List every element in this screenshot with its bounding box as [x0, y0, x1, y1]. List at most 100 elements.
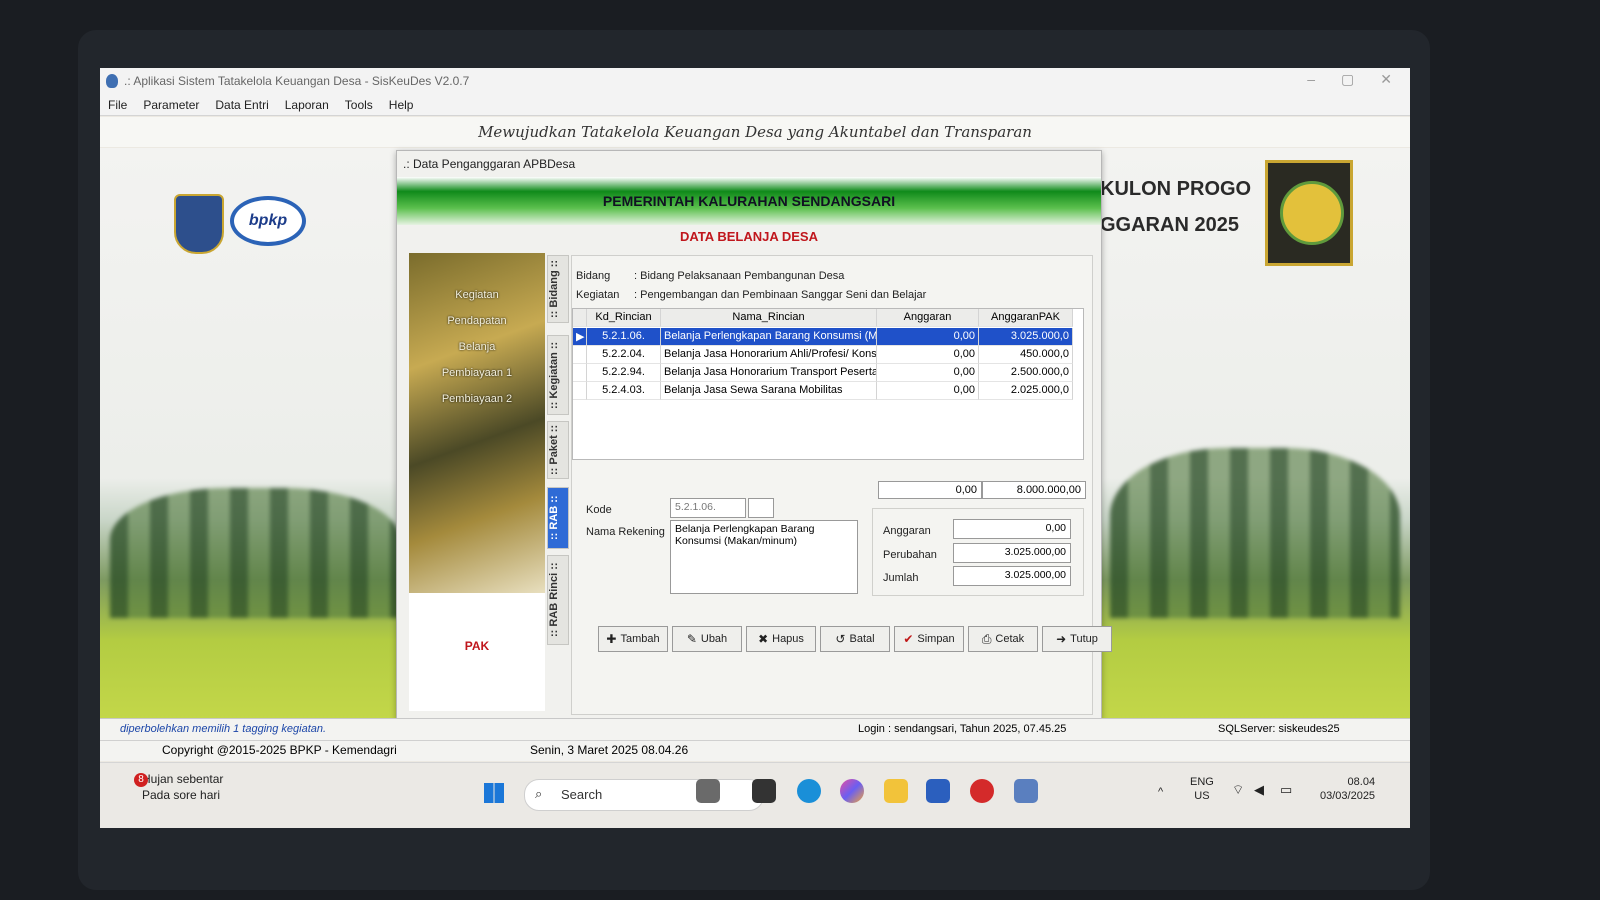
check-icon: ✔ — [903, 632, 914, 646]
window-title: .: Aplikasi Sistem Tatakelola Keuangan D… — [124, 74, 470, 88]
app-icon — [106, 74, 118, 88]
weather-widget[interactable]: 8 Hujan sebentar Pada sore hari — [134, 771, 223, 803]
nama-rekening-label: Nama Rekening — [586, 526, 665, 538]
table-row[interactable]: 5.2.4.03. Belanja Jasa Sewa Sarana Mobil… — [573, 382, 1073, 400]
dialog-subheader: DATA BELANJA DESA — [680, 229, 818, 244]
file-explorer-icon[interactable] — [884, 779, 908, 803]
tutup-button[interactable]: ➜ Tutup — [1042, 626, 1112, 652]
vertical-tabs: :: Bidang :: :: Kegiatan :: :: Paket :: … — [547, 255, 569, 651]
volume-icon[interactable]: ◀ — [1254, 783, 1264, 797]
battery-icon[interactable]: ▭ — [1280, 783, 1292, 797]
jumlah-label: Jumlah — [883, 572, 919, 584]
kegiatan-value: : Pengembangan dan Pembinaan Sanggar Sen… — [634, 289, 927, 301]
tray-chevron-icon[interactable]: ^ — [1158, 785, 1163, 799]
left-menu-pembiayaan-2[interactable]: Pembiayaan 2 — [409, 393, 545, 419]
exit-icon: ➜ — [1056, 632, 1067, 646]
weather-subtitle: Pada sore hari — [142, 788, 221, 802]
clock[interactable]: 08.04 03/03/2025 — [1320, 775, 1375, 803]
status-sqlserver: SQLServer: siskeudes25 — [1218, 723, 1340, 735]
kode-field[interactable]: 5.2.1.06. — [670, 498, 746, 518]
menu-bar: File Parameter Data Entri Laporan Tools … — [100, 94, 1410, 116]
bidang-info: Bidang: Bidang Pelaksanaan Pembangunan D… — [576, 270, 844, 282]
kegiatan-info: Kegiatan : Pengembangan dan Pembinaan San… — [576, 289, 926, 301]
year-title: GGARAN 2025 — [1100, 214, 1239, 236]
rab-content: Bidang: Bidang Pelaksanaan Pembangunan D… — [571, 255, 1112, 715]
dialog-header: PEMERINTAH KALURAHAN SENDANGSARI — [397, 177, 1101, 225]
region-title: KULON PROGO — [1100, 178, 1252, 200]
tab-rab[interactable]: :: RAB :: — [547, 487, 569, 549]
left-menu-pendapatan[interactable]: Pendapatan — [409, 315, 545, 341]
kegiatan-label: Kegiatan — [576, 289, 620, 301]
simpan-button[interactable]: ✔ Simpan — [894, 626, 964, 652]
col-nama-rincian[interactable]: Nama_Rincian — [661, 309, 877, 327]
delete-icon: ✖ — [758, 632, 769, 646]
col-anggaran-pak[interactable]: AnggaranPAK — [979, 309, 1073, 327]
penganggaran-dialog: .: Data Penganggaran APBDesa PEMERINTAH … — [396, 150, 1112, 720]
anggaran-field[interactable]: 0,00 — [953, 519, 1071, 539]
ubah-button[interactable]: ✎ Ubah — [672, 626, 742, 652]
wifi-icon[interactable]: ⌔ — [1232, 783, 1244, 797]
total-anggaran-pak: 8.000.000,00 — [982, 481, 1086, 499]
perubahan-field[interactable]: 3.025.000,00 — [953, 543, 1071, 563]
pak-label: PAK — [464, 639, 490, 653]
rincian-grid[interactable]: Kd_Rincian Nama_Rincian Anggaran Anggara… — [572, 308, 1084, 460]
left-menu-kegiatan[interactable]: Kegiatan — [409, 289, 545, 315]
nama-rekening-field[interactable]: Belanja Perlengkapan Barang Konsumsi (Ma… — [670, 520, 858, 594]
maximize-button[interactable]: ▢ — [1341, 71, 1354, 88]
button-row: ✚ Tambah ✎ Ubah ✖ Hapus ↺ Batal ✔ Simpan ⎙ Cet… — [598, 626, 1112, 652]
weather-badge: 8 — [134, 773, 148, 787]
left-menu: Kegiatan Pendapatan Belanja Pembiayaan 1… — [409, 289, 545, 419]
edge-icon[interactable] — [797, 779, 821, 803]
close-button[interactable]: ✕ — [1380, 71, 1392, 88]
add-icon: ✚ — [606, 632, 617, 646]
tab-kegiatan[interactable]: :: Kegiatan :: — [547, 335, 569, 415]
siskeudes-app-icon[interactable] — [1014, 779, 1038, 803]
bpkp-logo: bpkp — [230, 196, 306, 246]
row-pointer-icon: ▶ — [573, 328, 587, 346]
hapus-button[interactable]: ✖ Hapus — [746, 626, 816, 652]
region-emblem — [1265, 160, 1353, 266]
table-row[interactable]: 5.2.2.04. Belanja Jasa Honorarium Ahli/P… — [573, 346, 1073, 364]
bidang-value: : Bidang Pelaksanaan Pembangunan Desa — [634, 270, 845, 282]
menu-data-entri[interactable]: Data Entri — [215, 98, 268, 112]
tab-rab-rinci[interactable]: :: RAB Rinci :: — [547, 555, 569, 645]
status-datetime: Senin, 3 Maret 2025 08.04.26 — [530, 743, 689, 757]
nilai-frame: Anggaran 0,00 Perubahan 3.025.000,00 Jum… — [872, 508, 1084, 596]
tambah-button[interactable]: ✚ Tambah — [598, 626, 668, 652]
bird-widget-icon[interactable] — [696, 779, 720, 803]
menu-laporan[interactable]: Laporan — [285, 98, 329, 112]
copilot-icon[interactable] — [840, 779, 864, 803]
col-anggaran[interactable]: Anggaran — [877, 309, 979, 327]
table-row[interactable]: ▶ 5.2.1.06. Belanja Perlengkapan Barang … — [573, 328, 1073, 346]
batal-button[interactable]: ↺ Batal — [820, 626, 890, 652]
menu-tools[interactable]: Tools — [345, 98, 373, 112]
minimize-button[interactable]: – — [1307, 71, 1315, 88]
wps-icon[interactable] — [970, 779, 994, 803]
menu-parameter[interactable]: Parameter — [143, 98, 199, 112]
screen: .: Aplikasi Sistem Tatakelola Keuangan D… — [100, 68, 1410, 828]
col-kd-rincian[interactable]: Kd_Rincian — [587, 309, 661, 327]
status-bar-bottom: Copyright @2015-2025 BPKP - Kemendagri S… — [100, 740, 1410, 761]
cetak-button[interactable]: ⎙ Cetak — [968, 626, 1038, 652]
word-icon[interactable] — [926, 779, 950, 803]
status-hint: diperbolehkan memilih 1 tagging kegiatan… — [120, 723, 327, 735]
title-bar: .: Aplikasi Sistem Tatakelola Keuangan D… — [100, 68, 1410, 94]
language-indicator[interactable]: ENG US — [1190, 775, 1214, 803]
tab-paket[interactable]: :: Paket :: — [547, 421, 569, 479]
windows-start-icon[interactable] — [484, 783, 504, 803]
menu-file[interactable]: File — [108, 98, 127, 112]
print-icon: ⎙ — [981, 631, 992, 646]
search-placeholder: Search — [561, 787, 603, 802]
menu-help[interactable]: Help — [389, 98, 414, 112]
search-icon: ⌕ — [535, 786, 543, 801]
header-text: PEMERINTAH KALURAHAN SENDANGSARI — [602, 193, 896, 209]
table-row[interactable]: 5.2.2.94. Belanja Jasa Honorarium Transp… — [573, 364, 1073, 382]
kode-lookup-button[interactable] — [748, 498, 774, 518]
task-view-icon[interactable] — [752, 779, 776, 803]
dialog-title: .: Data Penganggaran APBDesa — [403, 157, 576, 171]
taskbar-search[interactable]: ⌕ Search — [524, 779, 764, 811]
tab-bidang[interactable]: :: Bidang :: — [547, 255, 569, 323]
left-menu-belanja[interactable]: Belanja — [409, 341, 545, 367]
left-menu-pembiayaan-1[interactable]: Pembiayaan 1 — [409, 367, 545, 393]
anggaran-label: Anggaran — [883, 525, 931, 537]
